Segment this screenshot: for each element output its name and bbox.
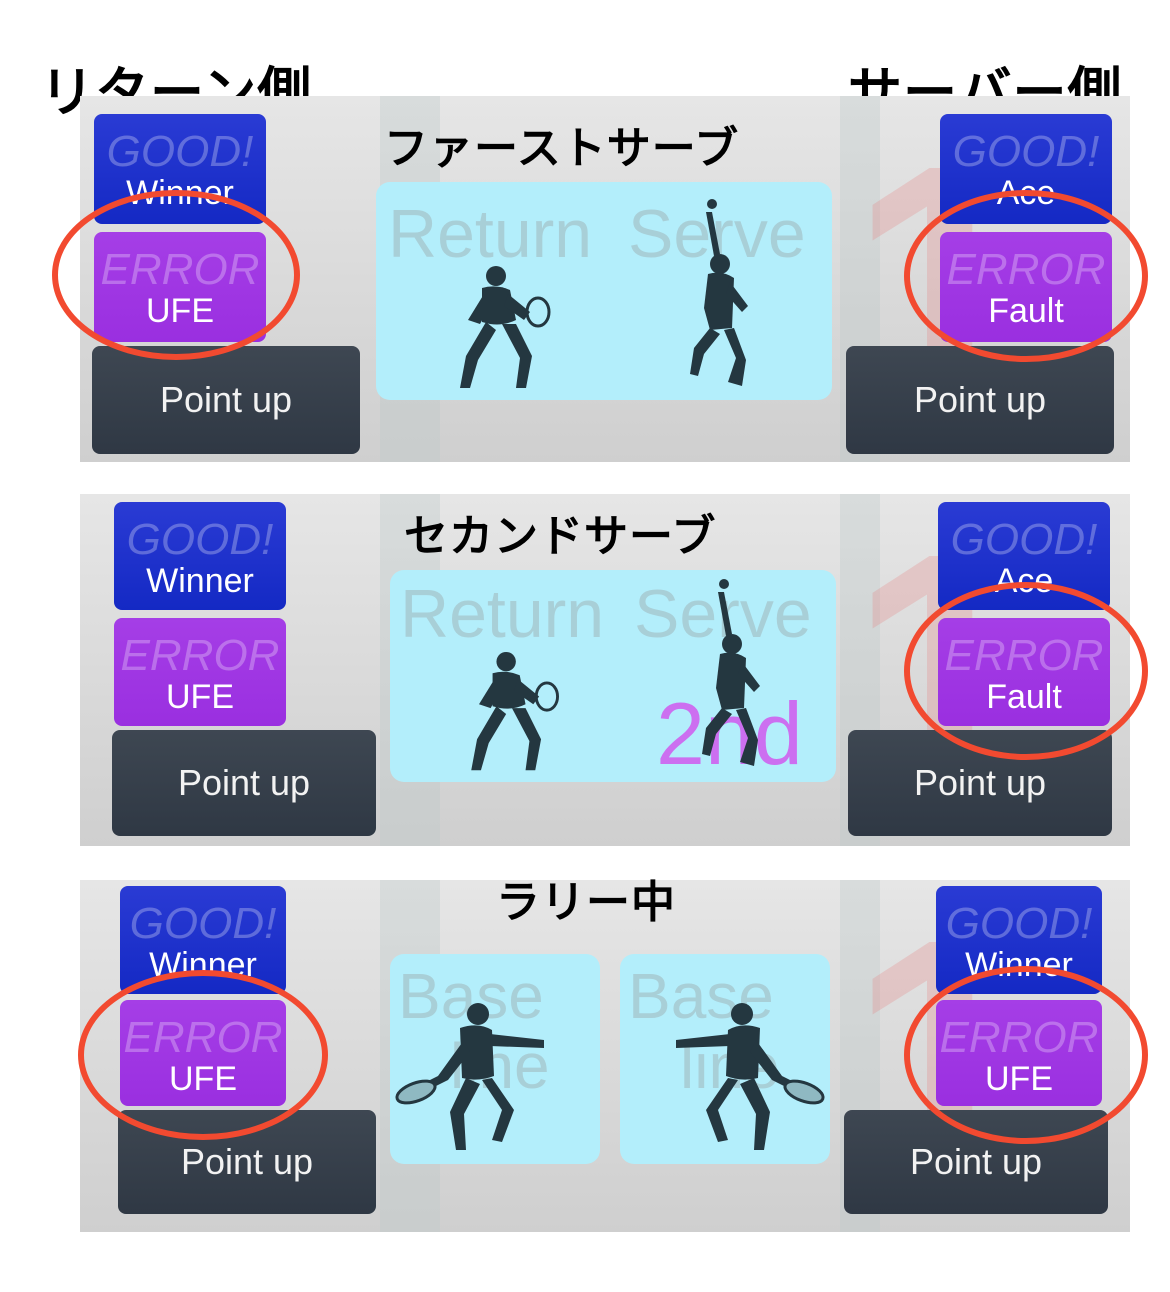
second-serve-title: セカンドサーブ <box>404 511 717 562</box>
baseline-player-silhouette-icon <box>676 1003 825 1150</box>
highlight-circle-server-ufe-3 <box>904 966 1148 1144</box>
highlight-circle-server-fault-1 <box>904 190 1148 362</box>
return-watermark: Return <box>388 196 593 272</box>
good-caption: GOOD! <box>106 127 254 176</box>
rally-title: ラリー中 <box>496 877 676 928</box>
serve-court-area[interactable]: Return Serve <box>376 182 832 400</box>
return-ufe-button[interactable]: ERROR UFE <box>114 618 286 726</box>
returner-silhouette-icon <box>460 266 551 388</box>
highlight-circle-server-fault-2 <box>904 582 1148 760</box>
returner-silhouette-icon <box>471 651 559 771</box>
ufe-label: UFE <box>166 678 234 716</box>
good-caption: GOOD! <box>950 515 1098 564</box>
good-caption: GOOD! <box>952 127 1100 176</box>
serve-court-area[interactable]: Return Serve 2nd <box>390 570 836 782</box>
server-silhouette-icon <box>702 579 760 766</box>
left-baseline-court[interactable]: Base line <box>390 954 600 1164</box>
baseline-player-silhouette-icon <box>395 1003 544 1150</box>
highlight-circle-return-ufe-3 <box>78 970 328 1140</box>
return-winner-button[interactable]: GOOD! Winner <box>114 502 286 610</box>
return-point-up-button[interactable]: Point up <box>92 346 360 454</box>
highlight-circle-return-ufe-1 <box>52 190 300 360</box>
good-caption: GOOD! <box>945 899 1093 948</box>
return-point-up-button[interactable]: Point up <box>112 730 376 836</box>
server-point-up-button[interactable]: Point up <box>846 346 1114 454</box>
good-caption: GOOD! <box>129 899 277 948</box>
return-watermark: Return <box>400 576 605 652</box>
winner-label: Winner <box>146 562 254 600</box>
first-serve-title: ファーストサーブ <box>384 123 740 174</box>
error-caption: ERROR <box>120 631 280 680</box>
good-caption: GOOD! <box>126 515 274 564</box>
server-silhouette-icon <box>690 199 748 386</box>
right-baseline-court[interactable]: Base line <box>620 954 830 1164</box>
